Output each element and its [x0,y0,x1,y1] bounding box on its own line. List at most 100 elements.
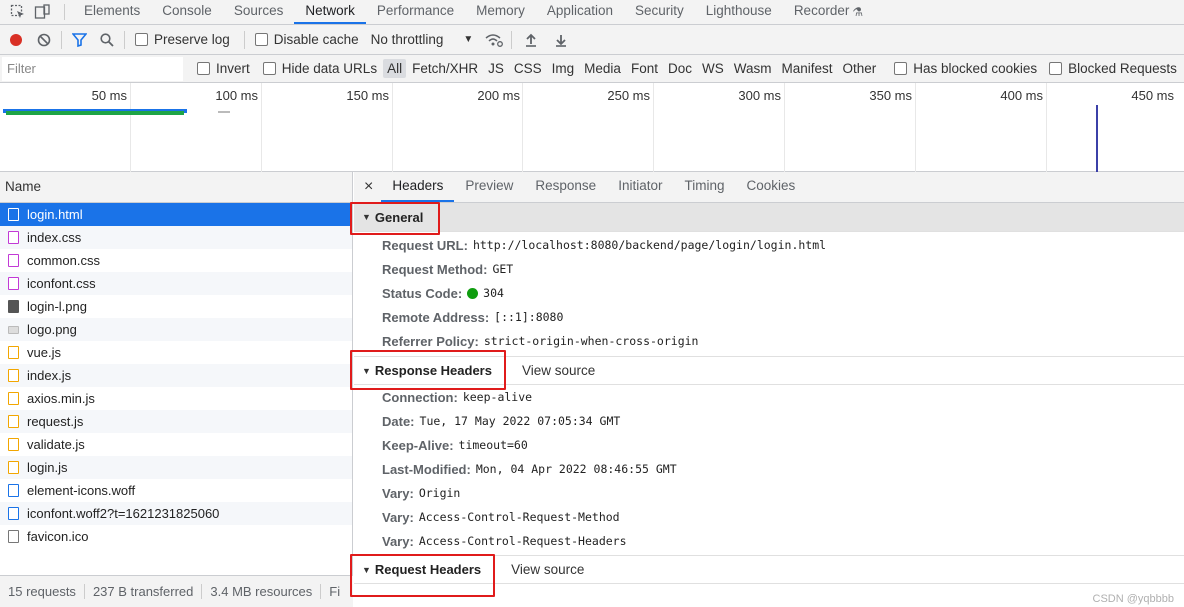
invert-box[interactable] [197,62,210,75]
header-key: Date: [382,413,415,429]
filter-funnel-icon[interactable] [68,29,90,51]
tab-sources[interactable]: Sources [223,0,295,24]
tab-recorder[interactable]: Recorder [783,0,861,24]
header-value[interactable]: 304 [483,286,504,300]
timeline-gridline [392,83,393,172]
header-value[interactable]: GET [492,262,513,276]
tab-memory[interactable]: Memory [465,0,536,24]
blocked-cookies-box[interactable] [894,62,908,75]
type-filter-js[interactable]: JS [484,59,508,78]
header-value[interactable]: Access-Control-Request-Headers [419,534,627,548]
blocked-cookies-checkbox[interactable]: Has blocked cookies [894,61,1037,76]
tab-lighthouse[interactable]: Lighthouse [695,0,783,24]
type-filter-wasm[interactable]: Wasm [730,59,776,78]
header-value[interactable]: strict-origin-when-cross-origin [484,334,699,348]
type-filter-doc[interactable]: Doc [664,59,696,78]
detail-tab-preview[interactable]: Preview [454,172,524,202]
detail-tab-initiator[interactable]: Initiator [607,172,673,202]
request-row[interactable]: login-l.png [0,295,352,318]
request-row[interactable]: vue.js [0,341,352,364]
request-row[interactable]: request.js [0,410,352,433]
tab-network[interactable]: Network [294,0,366,24]
timeline-label: 200 ms [477,88,520,103]
clear-icon[interactable] [33,29,55,51]
type-filter-fetch-xhr[interactable]: Fetch/XHR [408,59,482,78]
export-har-icon[interactable] [550,29,572,51]
filter-input[interactable] [2,56,183,81]
request-name: index.js [27,368,72,383]
hide-data-urls-box[interactable] [262,62,276,75]
invert-checkbox[interactable]: Invert [197,61,250,76]
header-value[interactable]: timeout=60 [459,438,528,452]
record-icon[interactable] [5,29,27,51]
timeline-gridline [261,83,262,172]
request-row[interactable]: iconfont.css [0,272,352,295]
request-row[interactable]: logo.png [0,318,352,341]
tab-performance[interactable]: Performance [366,0,465,24]
import-har-icon[interactable] [520,29,542,51]
tab-elements[interactable]: Elements [73,0,151,24]
timeline-gridline [522,83,523,172]
header-value[interactable]: Origin [419,486,461,500]
response-view-source-link[interactable]: View source [522,363,595,378]
tab-security[interactable]: Security [624,0,695,24]
request-row[interactable]: element-icons.woff [0,479,352,502]
detail-tab-headers[interactable]: Headers [381,172,455,202]
request-row[interactable]: favicon.ico [0,525,352,548]
blocked-requests-checkbox[interactable]: Blocked Requests [1049,61,1177,76]
inspect-element-icon[interactable] [10,4,26,20]
close-icon[interactable]: × [354,178,381,196]
request-row[interactable]: iconfont.woff2?t=1621231825060 [0,502,352,525]
throttling-select[interactable]: No throttling ▼ [371,32,474,47]
timeline-label: 250 ms [607,88,650,103]
type-filter-manifest[interactable]: Manifest [777,59,836,78]
request-name: vue.js [27,345,61,360]
request-name: favicon.ico [27,529,89,544]
detail-tab-response[interactable]: Response [524,172,607,202]
header-value[interactable]: http://localhost:8080/backend/page/login… [473,238,826,252]
disable-cache-checkbox[interactable]: Disable cache [254,32,359,47]
preserve-log-box[interactable] [135,33,148,46]
header-value[interactable]: Tue, 17 May 2022 07:05:34 GMT [420,414,621,428]
header-value[interactable]: keep-alive [463,390,532,404]
request-view-source-link[interactable]: View source [511,562,584,577]
disable-cache-label: Disable cache [273,32,359,47]
search-icon[interactable] [96,29,118,51]
request-row[interactable]: axios.min.js [0,387,352,410]
network-conditions-icon[interactable] [483,29,505,51]
device-toolbar-icon[interactable] [34,4,50,20]
js-file-icon [8,438,19,451]
request-row[interactable]: index.css [0,226,352,249]
general-section-header[interactable]: ▼ General [354,203,1184,232]
type-filter-img[interactable]: Img [548,59,579,78]
type-filter-font[interactable]: Font [627,59,662,78]
type-filter-all[interactable]: All [383,59,407,78]
detail-tab-timing[interactable]: Timing [673,172,735,202]
blocked-requests-box[interactable] [1049,62,1063,75]
header-value[interactable]: Mon, 04 Apr 2022 08:46:55 GMT [476,462,677,476]
request-row[interactable]: index.js [0,364,352,387]
tab-application[interactable]: Application [536,0,624,24]
header-value[interactable]: Access-Control-Request-Method [419,510,620,524]
timeline-overview[interactable]: 50 ms 100 ms 150 ms 200 ms 250 ms 300 ms 350 m… [0,83,1184,172]
name-column-header[interactable]: Name [0,172,352,203]
request-row[interactable]: validate.js [0,433,352,456]
request-row[interactable]: login.html [0,203,352,226]
preserve-log-checkbox[interactable]: Preserve log [135,32,230,47]
request-row[interactable]: common.css [0,249,352,272]
hide-data-urls-checkbox[interactable]: Hide data URLs [262,61,377,76]
header-value[interactable]: [::1]:8080 [494,310,563,324]
type-filter-media[interactable]: Media [580,59,625,78]
request-row[interactable]: login.js [0,456,352,479]
header-row: Request URL: http://localhost:8080/backen… [354,233,1184,257]
header-key: Referrer Policy: [382,333,479,349]
type-filter-css[interactable]: CSS [510,59,546,78]
font-file-icon [8,484,19,497]
timeline-label: 50 ms [91,88,127,103]
type-filter-ws[interactable]: WS [698,59,728,78]
logo-file-icon [8,325,19,334]
detail-tab-cookies[interactable]: Cookies [735,172,806,202]
tab-console[interactable]: Console [151,0,223,24]
disable-cache-box[interactable] [254,33,268,46]
type-filter-other[interactable]: Other [839,59,881,78]
